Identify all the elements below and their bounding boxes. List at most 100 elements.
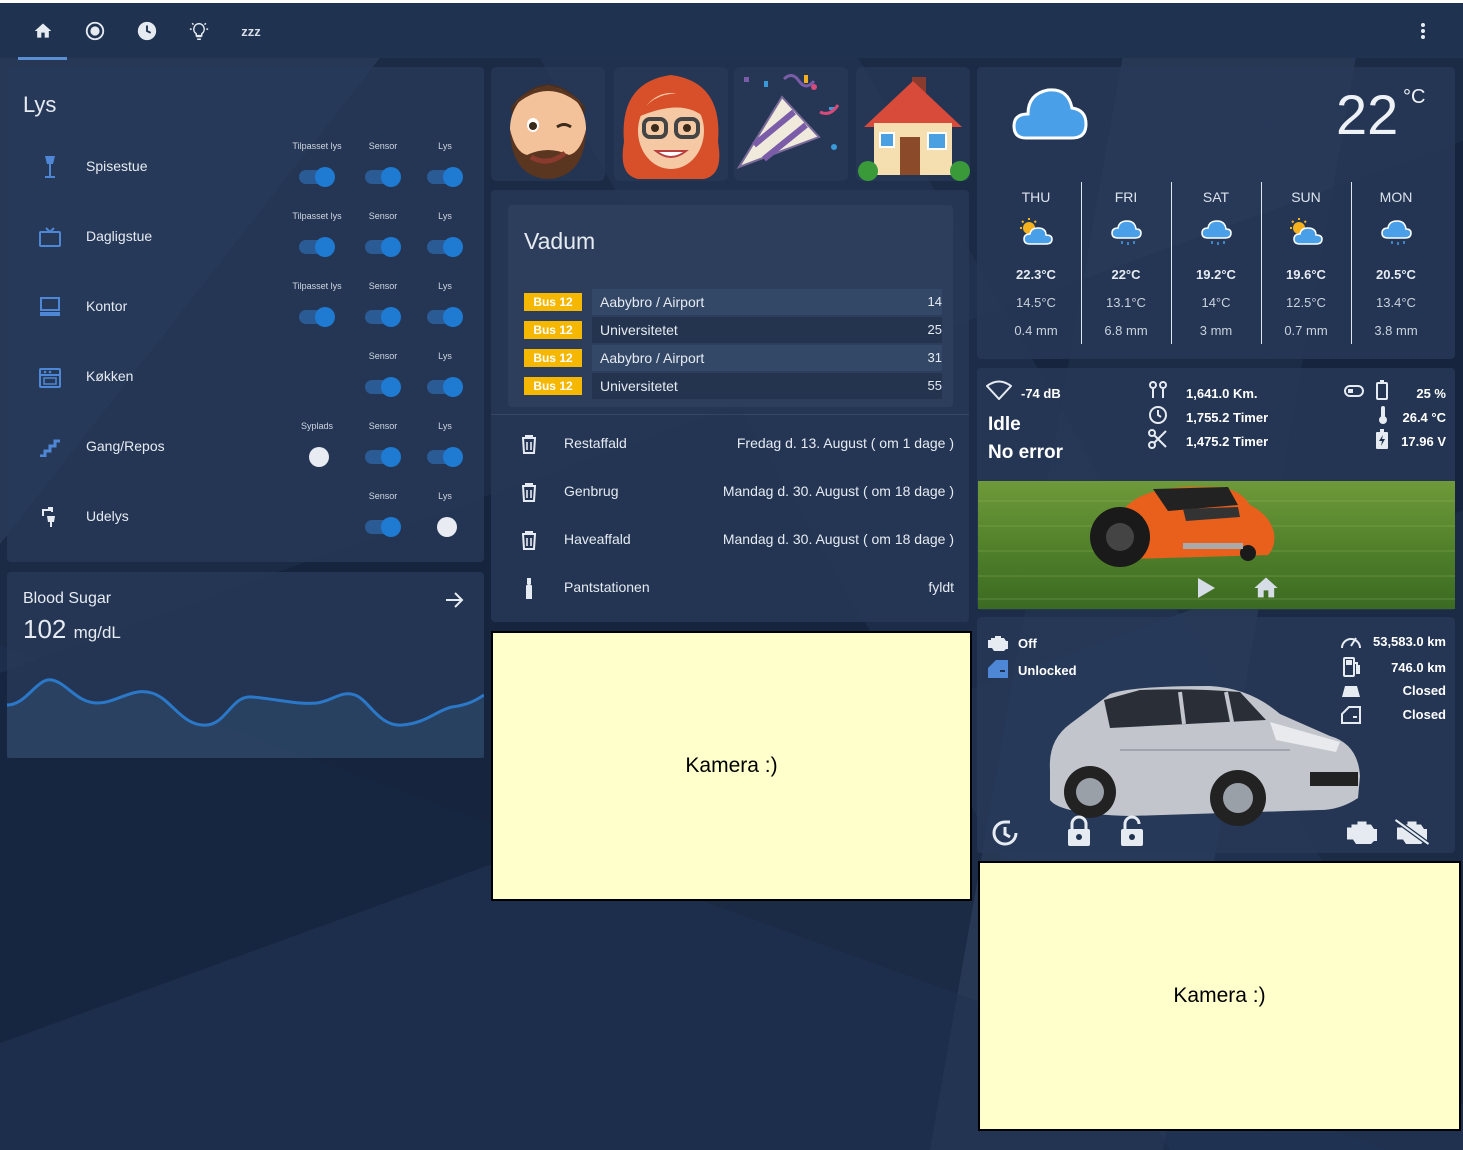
forecast-high: 19.2°C: [1196, 267, 1236, 282]
dots-vertical-icon[interactable]: [1411, 19, 1435, 43]
light-row-label: Spisestue: [86, 158, 148, 174]
speedometer-icon: [1340, 632, 1362, 657]
trash-icon: [520, 530, 538, 550]
bus-departure-row: Bus 12 Aabybro / Airport 14: [524, 289, 942, 315]
rainy-icon: [1198, 218, 1234, 246]
waste-date: fyldt: [928, 579, 954, 595]
toggle-label: Tilpasset lys: [292, 211, 342, 221]
toggle-label: Sensor: [368, 491, 398, 501]
sleep-icon[interactable]: zzz: [239, 19, 263, 43]
fuel-icon: [1343, 657, 1361, 682]
thermometer-icon: [1378, 405, 1388, 430]
toggle-label: Lys: [438, 281, 452, 291]
toggle-switch[interactable]: [427, 307, 463, 327]
bus-line-badge: Bus 12: [524, 349, 582, 367]
lightbulb-icon[interactable]: [187, 19, 211, 43]
toggle-switch[interactable]: [299, 167, 335, 187]
toggle-switch[interactable]: [365, 167, 401, 187]
home-dock-button[interactable]: [1251, 574, 1281, 607]
house-icon[interactable]: [856, 67, 970, 181]
engine-off-icon[interactable]: [1394, 818, 1430, 851]
bus-departure-row: Bus 12 Universitetet 55: [524, 373, 942, 399]
toggle-knob: [381, 377, 401, 397]
toggle-switch[interactable]: [365, 517, 401, 537]
clock-icon[interactable]: [135, 19, 159, 43]
unlock-icon[interactable]: [1119, 815, 1145, 852]
forecast-high: 22°C: [1111, 267, 1141, 282]
car-engine-status: Off: [1018, 636, 1037, 651]
toggle-switch[interactable]: [431, 517, 467, 537]
toggle-switch[interactable]: [299, 307, 335, 327]
toggle-knob: [443, 167, 463, 187]
blood-sugar-value: 102 mg/dL: [23, 614, 121, 645]
arrow-right-icon[interactable]: [444, 590, 466, 615]
toggle-switch[interactable]: [303, 447, 339, 467]
toggle-knob: [315, 307, 335, 327]
blood-sugar-number: 102: [23, 614, 67, 644]
play-button[interactable]: [1196, 577, 1216, 604]
robot-mower-icon[interactable]: [83, 19, 107, 43]
car-hood-status: Closed: [1402, 683, 1446, 698]
lock-icon[interactable]: [1066, 815, 1092, 852]
toggle-label: Tilpasset lys: [292, 141, 342, 151]
forecast-low: 13.4°C: [1376, 295, 1416, 310]
tv-icon: [33, 223, 67, 251]
refresh-icon[interactable]: [990, 818, 1020, 853]
avatar-winking-man[interactable]: [491, 67, 605, 181]
waste-date: Mandag d. 30. August ( om 18 dage ): [722, 531, 954, 547]
engine-icon: [986, 634, 1010, 657]
bottle-icon: [524, 578, 542, 599]
floor-lamp-icon: [33, 153, 67, 181]
mower-image: [978, 481, 1455, 609]
toggle-switch[interactable]: [299, 237, 335, 257]
toggle-knob: [443, 307, 463, 327]
toggle-switch[interactable]: [427, 447, 463, 467]
toggle-knob: [381, 167, 401, 187]
waste-collection-row: Pantstationen fyldt: [508, 568, 958, 608]
toggle-knob: [437, 517, 457, 537]
party-popper-icon[interactable]: [734, 67, 848, 181]
transit-title: Vadum: [524, 228, 596, 254]
toggle-label: Lys: [438, 141, 452, 151]
forecast-precipitation: 0.4 mm: [1014, 323, 1058, 338]
toggle-switch[interactable]: [427, 167, 463, 187]
forecast-precipitation: 0.7 mm: [1284, 323, 1328, 338]
outdoor-lamp-icon: [33, 503, 67, 531]
car-door-icon: [986, 660, 1010, 683]
rainy-icon: [1108, 218, 1144, 246]
mower-distance: 1,641.0 Km.: [1186, 386, 1258, 401]
map-marker-distance-icon: [1148, 380, 1168, 405]
camera-feed-2[interactable]: Kamera :): [978, 861, 1461, 1131]
avatar-red-hair-woman[interactable]: [614, 67, 728, 181]
mower-blade-time: 1,475.2 Timer: [1186, 434, 1269, 449]
car-range: 746.0 km: [1391, 660, 1446, 675]
toggle-switch[interactable]: [365, 307, 401, 327]
top-app-bar: zzz: [0, 0, 1463, 60]
toggle-switch[interactable]: [365, 377, 401, 397]
forecast-high: 20.5°C: [1376, 267, 1416, 282]
forecast-day-name: SUN: [1291, 189, 1321, 205]
toggle-knob: [381, 307, 401, 327]
mower-error: No error: [988, 442, 1063, 463]
toggle-label: Lys: [438, 211, 452, 221]
toggle-switch[interactable]: [365, 447, 401, 467]
bus-destination: Aabybro / Airport: [592, 289, 917, 315]
toggle-switch[interactable]: [365, 237, 401, 257]
forecast-day-name: MON: [1379, 189, 1413, 205]
forecast-day: MON 20.5°C 13.4°C 3.8 mm: [1352, 180, 1440, 342]
partly-cloudy-icon: [1288, 218, 1324, 246]
toggle-knob: [315, 237, 335, 257]
sleep-tab-label: zzz: [241, 23, 261, 39]
camera-feed-1[interactable]: Kamera :): [491, 631, 972, 901]
toggle-switch[interactable]: [427, 377, 463, 397]
forecast-day-name: SAT: [1202, 189, 1230, 205]
toggle-knob: [443, 377, 463, 397]
home-icon[interactable]: [31, 19, 55, 43]
mower-state: Idle: [988, 414, 1021, 435]
light-row-label: Kontor: [86, 298, 128, 314]
blood-sugar-title: Blood Sugar: [23, 590, 112, 607]
toggle-switch[interactable]: [427, 237, 463, 257]
waste-type: Restaffald: [564, 435, 627, 451]
light-row-label: Gang/Repos: [86, 438, 165, 454]
engine-start-icon[interactable]: [1344, 818, 1380, 851]
